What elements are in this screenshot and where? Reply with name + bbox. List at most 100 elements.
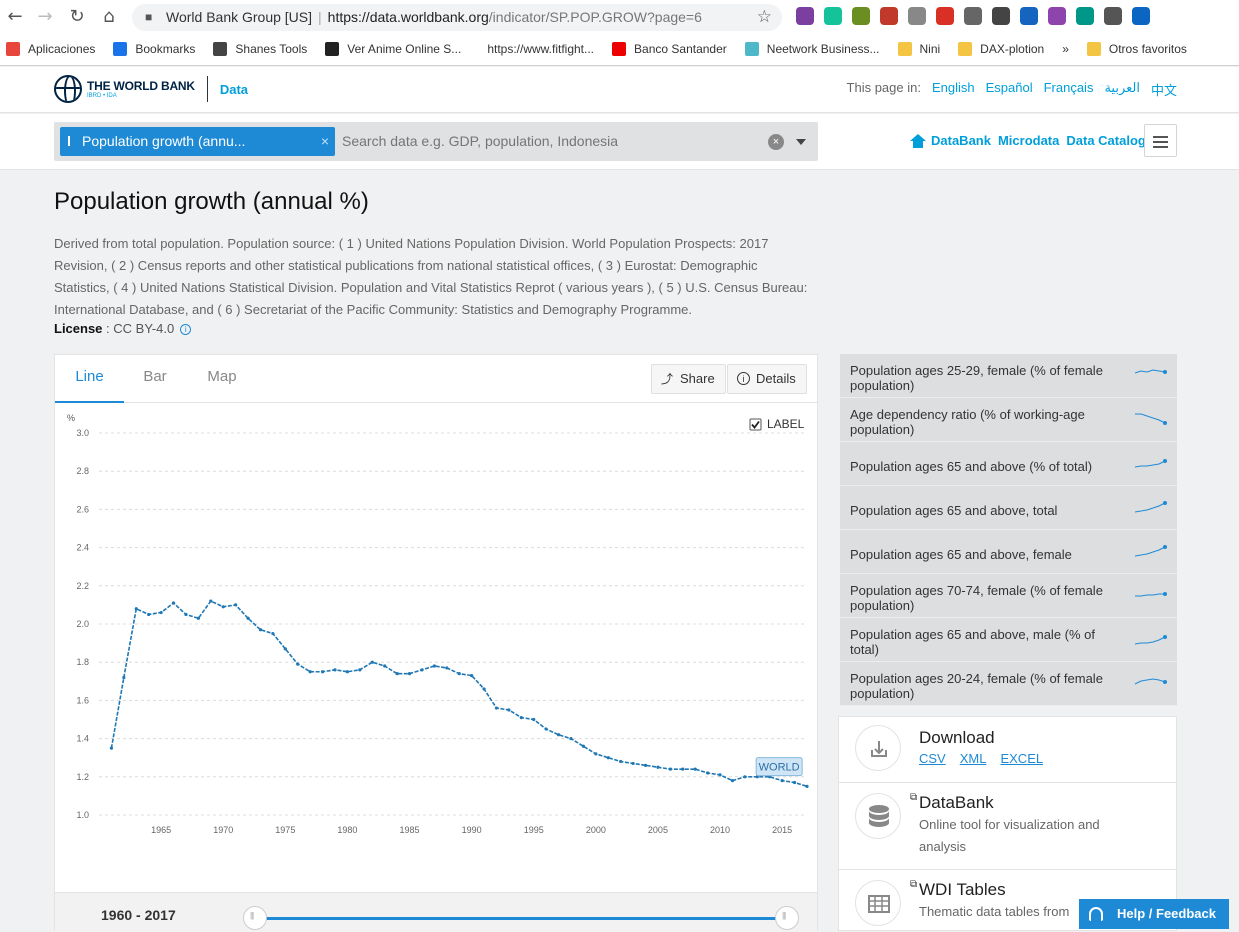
extension-icon[interactable] [880,7,898,25]
info-icon[interactable]: i [180,324,192,335]
details-button[interactable]: i Details [727,364,807,394]
x-tick-label: 1985 [400,825,420,835]
search-input[interactable] [342,122,812,161]
bookmark-item[interactable]: Shanes Tools [213,42,307,56]
related-indicator-item[interactable]: Population ages 65 and above (% of total… [840,442,1177,486]
related-indicator-item[interactable]: Age dependency ratio (% of working-age p… [840,398,1177,442]
other-bookmarks[interactable]: Otros favoritos [1086,42,1187,56]
extension-icon[interactable] [1104,7,1122,25]
extension-icon[interactable] [796,7,814,25]
bookmark-item[interactable]: Neetwork Business... [744,42,880,56]
home-icon[interactable]: ⌂ [98,6,120,28]
indicator-chip-label: Population growth (annu... [82,133,246,149]
extension-icon[interactable] [852,7,870,25]
related-indicator-label: Population ages 65 and above, female [850,546,1072,562]
tab-line[interactable]: Line [55,355,124,403]
data-section-link[interactable]: Data [220,82,248,97]
lang-chinese[interactable]: 中文 [1151,80,1177,99]
data-point [159,610,163,615]
slider-end-handle[interactable] [775,906,799,930]
data-point [345,670,350,674]
related-indicator-item[interactable]: Population ages 20-24, female (% of fema… [840,662,1177,706]
bookmark-item[interactable]: Bookmarks [113,42,195,56]
y-tick-label: 2.8 [76,466,89,476]
bookmark-label: Aplicaciones [28,42,96,56]
extension-icon[interactable] [1076,7,1094,25]
forward-arrow-icon[interactable]: → [34,6,56,28]
data-point [271,631,275,636]
bookmark-item[interactable]: Nini [897,42,940,56]
data-point [109,746,114,750]
info-circle-icon: i [737,372,750,385]
lang-arabic[interactable]: العربية [1104,80,1140,99]
globe-icon [54,75,82,103]
bookmarks-overflow-icon[interactable]: » [1062,42,1069,56]
bookmark-item[interactable]: https://www.fitfight... [479,42,594,56]
chip-close-icon[interactable]: × [321,127,329,156]
help-feedback-button[interactable]: Help / Feedback [1079,899,1229,929]
page-title: Population growth (annual %) [54,188,369,215]
lang-english[interactable]: English [932,80,975,99]
bookmark-item[interactable]: DAX-plotion [958,42,1044,56]
databank-link[interactable]: DataBank [931,133,991,148]
series-label: WORLD [759,762,800,774]
data-point [407,672,412,676]
share-button[interactable]: ⤴ Share [651,364,726,394]
related-indicator-item[interactable]: Population ages 65 and above, male (% of… [840,618,1177,662]
extension-icon[interactable] [908,7,926,25]
related-indicator-item[interactable]: Population ages 65 and above, total [840,486,1177,530]
extension-icon[interactable] [964,7,982,25]
microdata-link[interactable]: Microdata [998,133,1059,148]
data-catalog-link[interactable]: Data Catalog [1066,133,1145,148]
data-point [370,660,374,664]
lang-spanish[interactable]: Español [986,80,1033,99]
extension-icon[interactable] [1020,7,1038,25]
y-tick-label: 2.4 [76,543,89,553]
download-excel-link[interactable]: EXCEL [1000,751,1043,766]
extension-icon[interactable] [936,7,954,25]
extension-icon[interactable] [824,7,842,25]
address-bar[interactable]: ■ World Bank Group [US] | https://data.wor… [132,4,782,31]
bookmark-item[interactable]: Ver Anime Online S... [325,42,461,56]
tab-bar[interactable]: Bar [135,355,175,403]
home-icon[interactable] [910,133,926,148]
related-indicator-item[interactable]: Population ages 65 and above, female [840,530,1177,574]
label-checkbox[interactable] [749,418,762,431]
bookmark-icon [612,42,627,56]
extension-icon[interactable] [1132,7,1150,25]
bookmark-item[interactable]: Aplicaciones [6,42,95,56]
sparkline-icon [1135,413,1167,425]
extension-icon[interactable] [992,7,1010,25]
slider-start-handle[interactable] [243,906,267,930]
data-point [383,664,387,668]
related-indicator-item[interactable]: Population ages 25-29, female (% of fema… [840,354,1177,398]
download-csv-link[interactable]: CSV [919,751,946,766]
back-arrow-icon[interactable]: ← [4,6,26,28]
data-point [221,605,225,609]
data-point [681,767,685,771]
databank-section[interactable]: ⧉ DataBank Online tool for visualization… [839,783,1176,870]
lock-icon: ■ [145,10,153,24]
dropdown-caret-icon[interactable] [796,139,806,145]
download-xml-link[interactable]: XML [960,751,987,766]
related-indicator-item[interactable]: Population ages 70-74, female (% of fema… [840,574,1177,618]
indicator-chip[interactable]: Population growth (annu... × [60,127,335,156]
year-range-slider[interactable] [255,917,787,920]
other-bookmarks-label: Otros favoritos [1108,42,1187,56]
bookmark-star-icon[interactable]: ☆ [757,4,772,31]
related-indicator-label: Population ages 65 and above (% of total… [850,458,1093,474]
world-bank-logo[interactable]: THE WORLD BANK IBRD • IDA Data [54,75,248,103]
bookmark-item[interactable]: Banco Santander [612,42,727,56]
tab-map[interactable]: Map [200,355,244,403]
indicator-description: Derived from total population. Populatio… [54,236,808,317]
clear-icon[interactable]: × [768,134,784,150]
related-indicator-label: Population ages 65 and above, male (% of… [850,627,1096,657]
series-line [110,600,808,788]
hamburger-menu-icon[interactable] [1144,124,1177,157]
bookmark-icon [113,42,128,56]
sparkline-icon [1134,369,1167,374]
reload-icon[interactable]: ↻ [66,6,88,28]
extension-icon[interactable] [1048,7,1066,25]
bookmark-icon [744,42,759,56]
lang-french[interactable]: Français [1044,80,1094,99]
